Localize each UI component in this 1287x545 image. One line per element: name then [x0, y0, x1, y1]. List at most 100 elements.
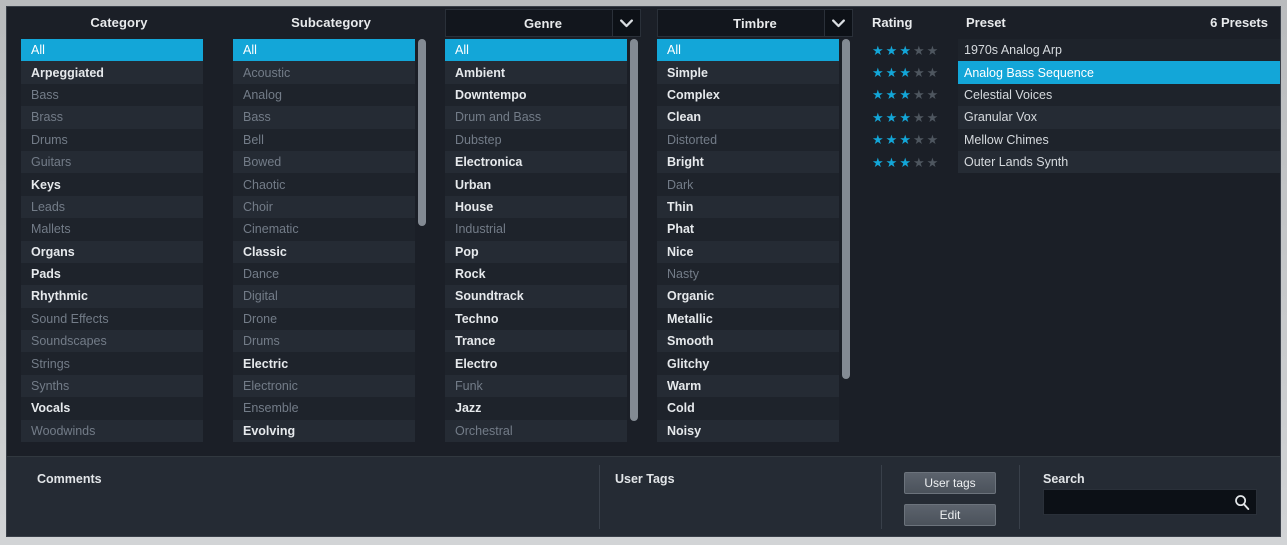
- list-item[interactable]: Digital: [233, 285, 415, 308]
- star-icon[interactable]: ★: [899, 133, 911, 146]
- list-item[interactable]: Ambient: [445, 61, 627, 84]
- list-item[interactable]: Dance: [233, 262, 415, 286]
- scrollbar-track[interactable]: [627, 39, 641, 454]
- star-icon[interactable]: ★: [872, 111, 884, 124]
- comments-field[interactable]: [21, 463, 597, 533]
- list-item[interactable]: Soundscapes: [21, 330, 203, 353]
- list-item[interactable]: Evolving: [233, 419, 415, 443]
- scrollbar-track[interactable]: [839, 39, 853, 454]
- star-icon[interactable]: ★: [872, 133, 884, 146]
- list-item[interactable]: Synths: [21, 374, 203, 398]
- list-item[interactable]: Cinematic: [233, 218, 415, 241]
- preset-name[interactable]: Mellow Chimes: [958, 128, 1280, 151]
- star-icon[interactable]: ★: [886, 66, 898, 79]
- list-item[interactable]: Analog: [233, 83, 415, 107]
- list-item[interactable]: Distorted: [657, 128, 839, 151]
- list-item[interactable]: All: [21, 39, 203, 62]
- list-item[interactable]: Organs: [21, 240, 203, 263]
- list-item[interactable]: Chaotic: [233, 173, 415, 196]
- preset-name[interactable]: Outer Lands Synth: [958, 150, 1280, 174]
- list-item[interactable]: Sound Effects: [21, 307, 203, 331]
- scrollbar-track[interactable]: [415, 39, 429, 454]
- list-item[interactable]: Cold: [657, 397, 839, 420]
- list-item[interactable]: Rhythmic: [21, 285, 203, 308]
- star-icon[interactable]: ★: [899, 88, 911, 101]
- list-item[interactable]: Keys: [21, 173, 203, 196]
- scrollbar-thumb[interactable]: [418, 39, 426, 226]
- star-icon[interactable]: ★: [913, 44, 925, 57]
- preset-rating[interactable]: ★ ★ ★ ★ ★: [858, 155, 958, 169]
- preset-rating[interactable]: ★ ★ ★ ★ ★: [858, 43, 958, 57]
- star-icon[interactable]: ★: [913, 133, 925, 146]
- star-icon[interactable]: ★: [872, 88, 884, 101]
- list-item[interactable]: Funk: [445, 374, 627, 398]
- list-item[interactable]: Urban: [445, 173, 627, 196]
- list-item[interactable]: Nice: [657, 240, 839, 263]
- list-item[interactable]: Bright: [657, 150, 839, 174]
- list-item[interactable]: Complex: [657, 83, 839, 107]
- list-item[interactable]: Dark: [657, 173, 839, 196]
- preset-name[interactable]: Analog Bass Sequence: [958, 61, 1280, 84]
- list-item[interactable]: Trance: [445, 330, 627, 353]
- list-item[interactable]: Techno: [445, 307, 627, 331]
- list-item[interactable]: Ensemble: [233, 397, 415, 420]
- list-item[interactable]: Bell: [233, 128, 415, 151]
- list-item[interactable]: Warm: [657, 374, 839, 398]
- list-item[interactable]: Drone: [233, 307, 415, 331]
- preset-row[interactable]: ★ ★ ★ ★ ★ Outer Lands Synth: [858, 150, 1280, 174]
- list-item[interactable]: Jazz: [445, 397, 627, 420]
- list-item[interactable]: Drum and Bass: [445, 106, 627, 129]
- star-icon[interactable]: ★: [913, 66, 925, 79]
- list-item[interactable]: Pop: [445, 240, 627, 263]
- list-item[interactable]: Downtempo: [445, 83, 627, 107]
- list-item[interactable]: Arpeggiated: [21, 61, 203, 84]
- preset-row[interactable]: ★ ★ ★ ★ ★ Mellow Chimes: [858, 128, 1280, 151]
- preset-row[interactable]: ★ ★ ★ ★ ★ 1970s Analog Arp: [858, 39, 1280, 62]
- search-icon[interactable]: [1234, 494, 1250, 516]
- list-item[interactable]: Electro: [445, 352, 627, 375]
- star-icon[interactable]: ★: [872, 66, 884, 79]
- preset-rating[interactable]: ★ ★ ★ ★ ★: [858, 110, 958, 124]
- user-tags-button[interactable]: User tags: [904, 472, 996, 494]
- list-item[interactable]: Electric: [233, 352, 415, 375]
- list-item[interactable]: Mallets: [21, 218, 203, 241]
- preset-row[interactable]: ★ ★ ★ ★ ★ Analog Bass Sequence: [858, 61, 1280, 84]
- scrollbar-thumb[interactable]: [842, 39, 850, 380]
- preset-row[interactable]: ★ ★ ★ ★ ★ Celestial Voices: [858, 83, 1280, 107]
- list-item[interactable]: Dubstep: [445, 128, 627, 151]
- list-item[interactable]: Guitars: [21, 150, 203, 174]
- list-item[interactable]: Smooth: [657, 330, 839, 353]
- star-icon[interactable]: ★: [886, 133, 898, 146]
- preset-rating[interactable]: ★ ★ ★ ★ ★: [858, 66, 958, 80]
- list-item[interactable]: Bass: [21, 83, 203, 107]
- list-item[interactable]: Phat: [657, 218, 839, 241]
- star-icon[interactable]: ★: [886, 44, 898, 57]
- star-icon[interactable]: ★: [899, 156, 911, 169]
- preset-row[interactable]: ★ ★ ★ ★ ★ Granular Vox: [858, 106, 1280, 129]
- search-input[interactable]: [1044, 490, 1256, 514]
- preset-name[interactable]: 1970s Analog Arp: [958, 39, 1280, 62]
- preset-rating[interactable]: ★ ★ ★ ★ ★: [858, 133, 958, 147]
- list-item[interactable]: Drums: [21, 128, 203, 151]
- star-icon[interactable]: ★: [927, 66, 939, 79]
- list-item[interactable]: Organic: [657, 285, 839, 308]
- list-item[interactable]: Pads: [21, 262, 203, 286]
- list-item[interactable]: Choir: [233, 195, 415, 219]
- star-icon[interactable]: ★: [872, 156, 884, 169]
- list-item[interactable]: Industrial: [445, 218, 627, 241]
- list-item[interactable]: Drums: [233, 330, 415, 353]
- list-item[interactable]: Soundtrack: [445, 285, 627, 308]
- preset-name[interactable]: Celestial Voices: [958, 83, 1280, 107]
- column-header-timbre[interactable]: Timbre: [657, 9, 853, 37]
- star-icon[interactable]: ★: [913, 111, 925, 124]
- list-item[interactable]: Simple: [657, 61, 839, 84]
- list-item[interactable]: House: [445, 195, 627, 219]
- list-item[interactable]: Brass: [21, 106, 203, 129]
- star-icon[interactable]: ★: [913, 88, 925, 101]
- chevron-down-icon[interactable]: [612, 10, 640, 36]
- list-item[interactable]: Noisy: [657, 419, 839, 443]
- list-item[interactable]: Classic: [233, 240, 415, 263]
- list-item[interactable]: Glitchy: [657, 352, 839, 375]
- star-icon[interactable]: ★: [899, 66, 911, 79]
- preset-rating[interactable]: ★ ★ ★ ★ ★: [858, 88, 958, 102]
